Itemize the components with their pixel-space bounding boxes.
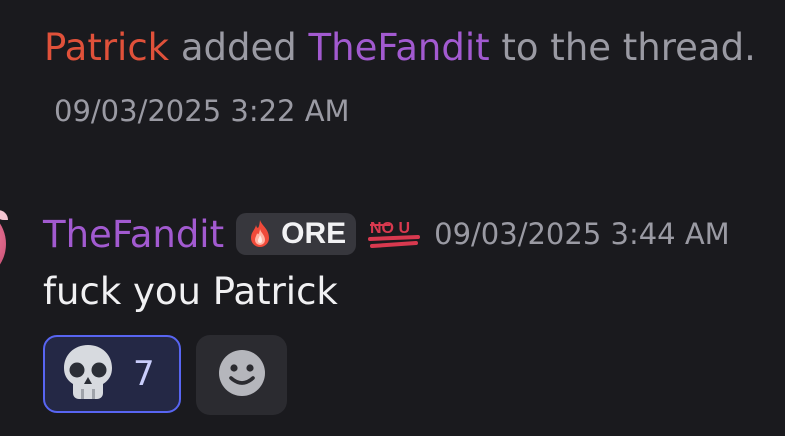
- reaction-count: 7: [133, 354, 155, 394]
- add-reaction-button[interactable]: [196, 335, 287, 415]
- target-username[interactable]: TheFandit: [309, 26, 490, 69]
- no-u-badge-icon[interactable]: NO U: [368, 213, 422, 255]
- action-text: added: [180, 26, 297, 69]
- skull-icon: [61, 343, 115, 405]
- message-text: fuck you Patrick: [43, 270, 338, 313]
- server-tag[interactable]: ORE: [236, 213, 357, 255]
- message-header: TheFandit ORE NO U 09/03/2025 3:44 AM: [43, 210, 730, 258]
- smiley-icon: [218, 349, 266, 401]
- reaction-skull[interactable]: 7: [43, 335, 181, 413]
- author-username[interactable]: TheFandit: [43, 213, 224, 256]
- badge-text: NO U: [370, 220, 410, 237]
- flame-icon: [244, 218, 276, 250]
- avatar-decoration: [0, 210, 8, 220]
- system-message-line: Patrick added TheFandit to the thread.: [44, 26, 756, 70]
- server-tag-label: ORE: [281, 217, 347, 250]
- actor-username[interactable]: Patrick: [44, 26, 169, 69]
- system-timestamp: 09/03/2025 3:22 AM: [54, 94, 350, 128]
- message-timestamp: 09/03/2025 3:44 AM: [434, 217, 730, 251]
- suffix-text: to the thread.: [501, 26, 756, 69]
